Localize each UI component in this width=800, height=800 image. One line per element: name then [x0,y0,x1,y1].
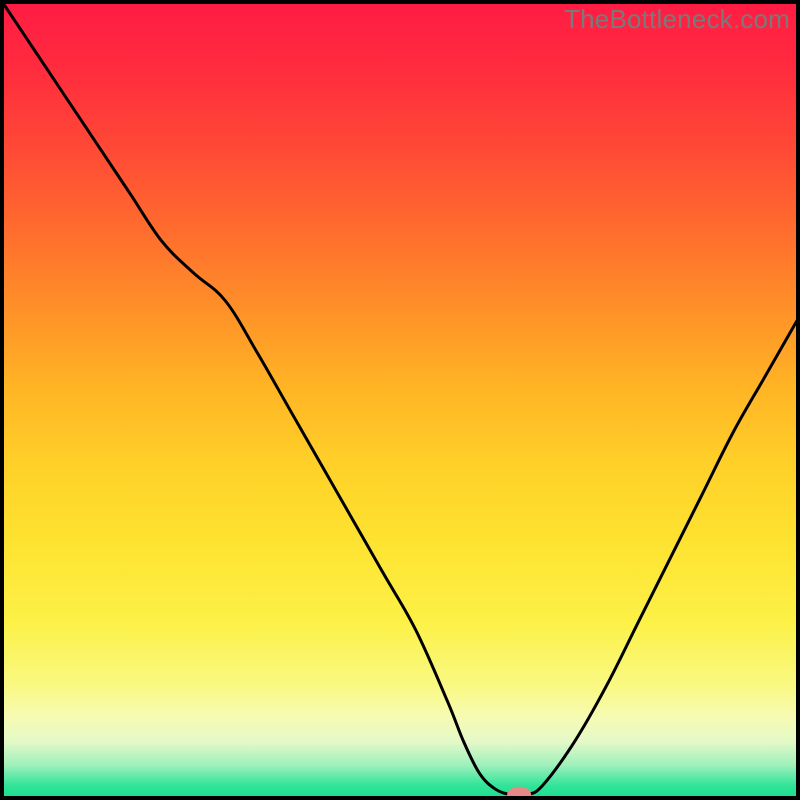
watermark-text: TheBottleneck.com [564,4,790,35]
chart-background [3,3,797,797]
bottleneck-chart: TheBottleneck.com [0,0,800,800]
chart-svg [0,0,800,800]
